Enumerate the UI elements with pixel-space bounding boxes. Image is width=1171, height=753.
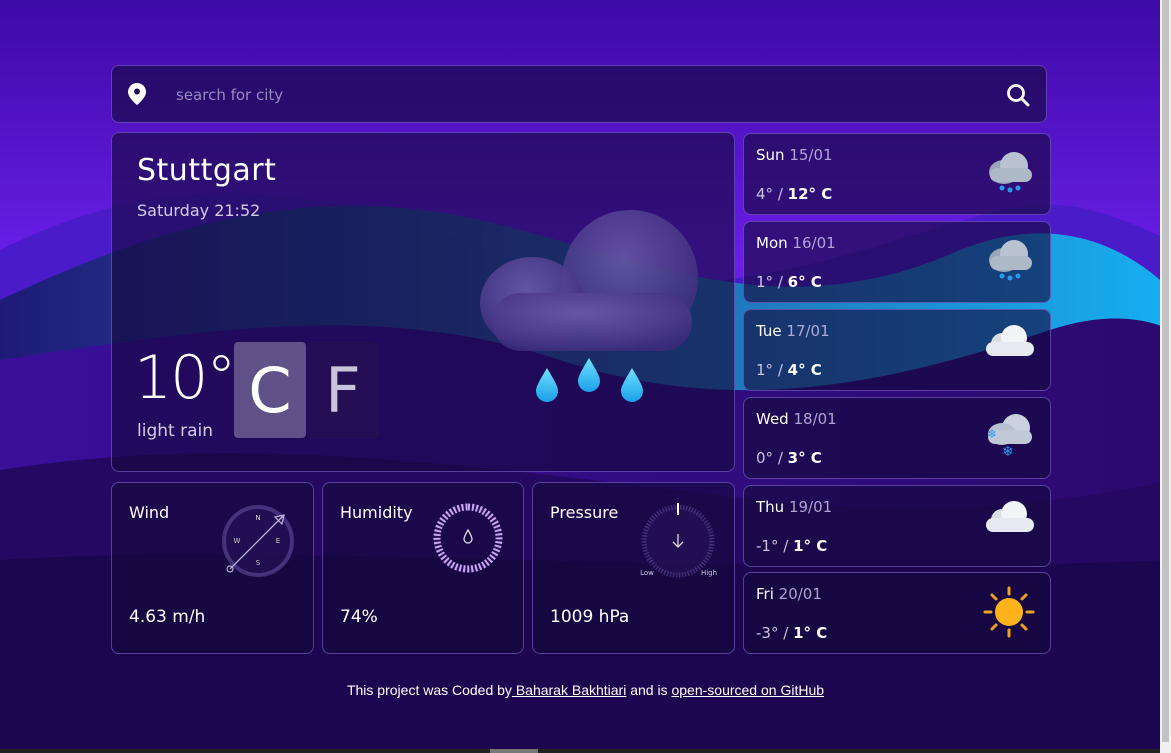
forecast-day: Mon 16/01: [756, 234, 836, 252]
forecast-min: 4°: [756, 185, 774, 203]
wind-card: Wind N E S W 4.63 m/h: [111, 482, 314, 654]
forecast-max: 1° C: [793, 537, 828, 555]
forecast-temp: 1° / 4° C: [756, 361, 822, 379]
compass-icon: N E S W: [222, 505, 294, 577]
forecast-date: 20/01: [778, 585, 822, 603]
weather-description: light rain: [137, 421, 213, 441]
forecast-date: 18/01: [793, 410, 837, 428]
forecast-day-name: Wed: [756, 410, 789, 428]
compass-north: N: [255, 514, 260, 522]
search-bar: [111, 65, 1047, 123]
cloud-icon: [982, 322, 1036, 366]
forecast-min: 0°: [756, 449, 774, 467]
forecast-day-card: Tue 17/01 1° / 4° C: [743, 309, 1051, 391]
forecast-min: 1°: [756, 361, 774, 379]
current-temperature: 10°: [134, 343, 236, 413]
pressure-card: Pressure Low High 1009 hPa: [532, 482, 735, 654]
wind-title: Wind: [129, 503, 170, 522]
forecast-date: 16/01: [792, 234, 836, 252]
forecast-day-name: Tue: [756, 322, 782, 340]
forecast-date: 19/01: [788, 498, 833, 516]
celsius-toggle[interactable]: C: [234, 342, 306, 438]
rain-cloud-icon: [480, 210, 698, 402]
footer: This project was Coded by Baharak Bakhti…: [0, 682, 1171, 698]
forecast-day-card: Sun 15/01 4° / 12° C: [743, 133, 1051, 215]
forecast-max: 6° C: [787, 273, 822, 291]
forecast-temp: -3° / 1° C: [756, 624, 828, 642]
svg-text:❄: ❄: [1002, 444, 1014, 460]
forecast-day: Wed 18/01: [756, 410, 837, 428]
water-drop-icon: [463, 528, 473, 544]
pressure-gauge: Low High: [640, 503, 717, 578]
forecast-day-name: Sun: [756, 146, 785, 164]
github-link[interactable]: open-sourced on GitHub: [671, 682, 824, 698]
forecast-max: 1° C: [793, 624, 828, 642]
forecast-day-card: Fri 20/01 -3° / 1° C: [743, 572, 1051, 654]
forecast-date: 17/01: [786, 322, 830, 340]
forecast-day: Thu 19/01: [756, 498, 832, 516]
forecast-day-card: Mon 16/01 1° / 6° C: [743, 221, 1051, 303]
forecast-min: -3°: [756, 624, 779, 642]
forecast-temp: 1° / 6° C: [756, 273, 822, 291]
author-link[interactable]: Baharak Bakhtiari: [512, 682, 627, 698]
weather-app: Stuttgart Saturday 21:52 10° light rain …: [0, 0, 1171, 753]
location-pin-icon[interactable]: [128, 83, 146, 105]
cloud-icon: [982, 498, 1036, 542]
pressure-low-label: Low: [640, 569, 654, 577]
forecast-min: -1°: [756, 537, 779, 555]
pressure-title: Pressure: [550, 503, 619, 522]
search-input[interactable]: [176, 84, 996, 106]
forecast-day: Fri 20/01: [756, 585, 822, 603]
humidity-title: Humidity: [340, 503, 413, 522]
sun-icon: [982, 585, 1036, 643]
forecast-day-card: Thu 19/01 -1° / 1° C: [743, 485, 1051, 567]
fahrenheit-toggle[interactable]: F: [307, 342, 379, 438]
compass-south: S: [256, 559, 261, 567]
wind-value: 4.63 m/h: [129, 607, 206, 627]
svg-text:❄: ❄: [987, 427, 997, 441]
forecast-day-name: Fri: [756, 585, 774, 603]
forecast-date: 15/01: [789, 146, 833, 164]
footer-prefix: This project was Coded by: [346, 682, 512, 698]
forecast-max: 3° C: [787, 449, 822, 467]
compass-west: W: [234, 537, 241, 545]
forecast-temp: 0° / 3° C: [756, 449, 822, 467]
humidity-gauge: [433, 503, 503, 573]
search-icon[interactable]: [1006, 83, 1030, 107]
forecast-max: 4° C: [787, 361, 822, 379]
forecast-temp: 4° / 12° C: [756, 185, 833, 203]
forecast-day: Tue 17/01: [756, 322, 830, 340]
current-weather-card: Stuttgart Saturday 21:52 10° light rain …: [111, 132, 735, 472]
city-name: Stuttgart: [137, 153, 277, 188]
rain-cloud-icon: [982, 146, 1036, 200]
snow-cloud-icon: ❄ ❄: [982, 410, 1036, 464]
humidity-card: Humidity 74%: [322, 482, 524, 654]
rain-cloud-icon: [982, 234, 1036, 288]
forecast-day-card: Wed 18/01 0° / 3° C ❄ ❄: [743, 397, 1051, 479]
forecast-min: 1°: [756, 273, 774, 291]
forecast-temp: -1° / 1° C: [756, 537, 828, 555]
compass-east: E: [276, 537, 280, 545]
forecast-day-name: Thu: [756, 498, 785, 516]
pressure-value: 1009 hPa: [550, 607, 630, 627]
pressure-high-label: High: [701, 569, 717, 577]
humidity-value: 74%: [340, 607, 378, 627]
footer-middle: and is: [626, 682, 672, 698]
current-datetime: Saturday 21:52: [137, 201, 261, 220]
forecast-max: 12° C: [787, 185, 833, 203]
forecast-day: Sun 15/01: [756, 146, 833, 164]
forecast-day-name: Mon: [756, 234, 788, 252]
